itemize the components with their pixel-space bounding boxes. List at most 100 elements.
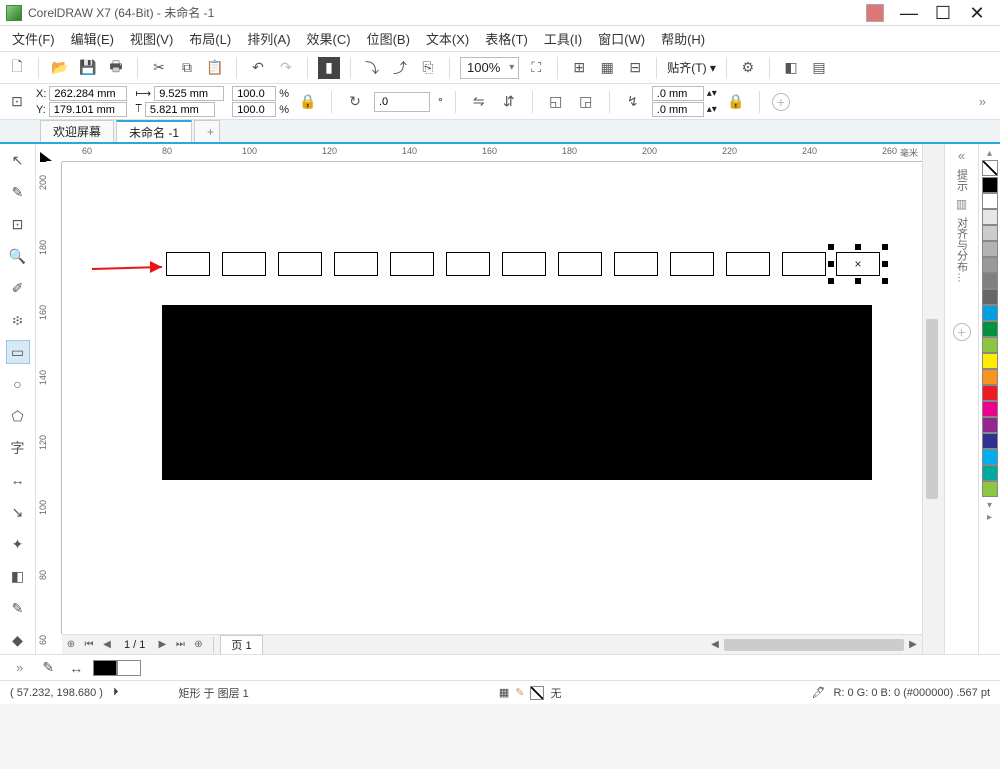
canvas-rect[interactable] <box>782 252 826 276</box>
user-avatar-icon[interactable] <box>866 4 884 22</box>
status-icon-1[interactable]: ▦ <box>499 686 509 699</box>
print-button[interactable]: 🖶 <box>105 57 127 79</box>
menu-file[interactable]: 文件(F) <box>8 27 59 50</box>
vertical-scrollbar[interactable] <box>922 144 944 654</box>
page-tab[interactable]: 页 1 <box>220 635 262 655</box>
color-swatch[interactable] <box>982 177 998 193</box>
dockers-button[interactable]: ▤ <box>808 57 830 79</box>
text-tool[interactable]: 字 <box>6 436 30 460</box>
paste-button[interactable]: 📋 <box>204 57 226 79</box>
canvas-rect[interactable] <box>670 252 714 276</box>
menu-arrange[interactable]: 排列(A) <box>243 27 294 50</box>
rotation-input[interactable] <box>374 92 430 112</box>
color-swatch[interactable] <box>982 401 998 417</box>
tab-welcome[interactable]: 欢迎屏幕 <box>40 120 114 142</box>
export-button[interactable]: ⤴ <box>389 57 411 79</box>
color-swatch[interactable] <box>982 433 998 449</box>
corner-radius-1-input[interactable] <box>652 86 704 101</box>
show-rulers-button[interactable]: ⊞ <box>568 57 590 79</box>
cut-button[interactable]: ✂ <box>148 57 170 79</box>
quickbar-overflow-button[interactable]: » <box>8 660 31 675</box>
docker-align-tab[interactable]: 对齐与分布… <box>954 217 970 283</box>
mirror-v-button[interactable]: ⇵ <box>498 91 520 113</box>
color-swatch[interactable] <box>982 193 998 209</box>
canvas-rect[interactable] <box>502 252 546 276</box>
menu-edit[interactable]: 编辑(E) <box>67 27 118 50</box>
color-swatch[interactable] <box>982 289 998 305</box>
color-swatch[interactable] <box>982 385 998 401</box>
no-color-swatch[interactable] <box>982 160 998 176</box>
tab-document[interactable]: 未命名 -1 <box>116 120 192 142</box>
crop-tool[interactable]: ⊡ <box>6 212 30 236</box>
color-swatch[interactable] <box>982 369 998 385</box>
canvas-rect[interactable] <box>614 252 658 276</box>
vertical-ruler[interactable]: 2001801601401201008060 <box>36 162 62 634</box>
nav-add-page-icon[interactable]: ⊕ <box>62 639 80 650</box>
show-grid-button[interactable]: ▦ <box>596 57 618 79</box>
rectangle-tool[interactable]: ▭ <box>6 340 30 364</box>
docker-icon[interactable]: ▥ <box>945 197 978 211</box>
menu-window[interactable]: 窗口(W) <box>594 27 649 50</box>
fill-none-swatch-icon[interactable] <box>530 686 544 700</box>
open-button[interactable]: 📂 <box>49 57 71 79</box>
relative-corner-button[interactable]: ↯ <box>622 91 644 113</box>
corner-type2-button[interactable]: ◲ <box>575 91 597 113</box>
nav-prev-button[interactable]: ◀ <box>98 639 116 650</box>
tab-add-button[interactable]: + <box>194 120 220 142</box>
menu-view[interactable]: 视图(V) <box>126 27 177 50</box>
arrow-both-icon[interactable]: ↔ <box>65 657 87 679</box>
scale-x-input[interactable] <box>232 86 276 101</box>
save-button[interactable]: 💾 <box>77 57 99 79</box>
close-button[interactable]: ✕ <box>960 3 994 23</box>
nav-last-button[interactable]: ⏭ <box>171 639 189 650</box>
selected-rectangle[interactable]: × <box>828 244 888 284</box>
color-swatch[interactable] <box>982 353 998 369</box>
copy-button[interactable]: ⧉ <box>176 57 198 79</box>
menu-effects[interactable]: 效果(C) <box>303 27 355 50</box>
eyedropper-icon[interactable]: ✎ <box>37 657 59 679</box>
palette-down-button[interactable]: ▾ <box>987 500 992 511</box>
doc-swatch-white[interactable] <box>117 660 141 676</box>
menu-help[interactable]: 帮助(H) <box>657 27 709 50</box>
zoom-select[interactable]: 100% <box>460 57 519 79</box>
hscrollbar-thumb[interactable] <box>724 639 904 651</box>
palette-flyout-button[interactable]: ▸ <box>987 512 992 523</box>
color-swatch[interactable] <box>982 225 998 241</box>
overflow-button[interactable]: » <box>971 94 994 109</box>
maximize-button[interactable]: ☐ <box>926 3 960 23</box>
color-swatch[interactable] <box>982 481 998 497</box>
minimize-button[interactable]: — <box>892 3 926 23</box>
menu-bitmaps[interactable]: 位图(B) <box>363 27 414 50</box>
canvas-rect[interactable] <box>334 252 378 276</box>
scale-y-input[interactable] <box>232 102 276 117</box>
status-icon-2[interactable]: ✎ <box>515 686 524 699</box>
freehand-tool[interactable]: ✐ <box>6 276 30 300</box>
color-swatch[interactable] <box>982 257 998 273</box>
canvas-rect[interactable] <box>278 252 322 276</box>
palette-up-button[interactable]: ▴ <box>987 148 992 159</box>
mirror-h-button[interactable]: ⇋ <box>468 91 490 113</box>
new-button[interactable]: 🗋 <box>6 57 28 79</box>
color-swatch[interactable] <box>982 241 998 257</box>
import-button[interactable]: ⤵ <box>361 57 383 79</box>
canvas-rect[interactable] <box>726 252 770 276</box>
object-origin-icon[interactable]: ⊡ <box>6 91 28 113</box>
snapto-dropdown[interactable]: 贴齐(T) ▾ <box>667 59 716 76</box>
menu-tools[interactable]: 工具(I) <box>540 27 586 50</box>
canvas-rect[interactable] <box>558 252 602 276</box>
color-swatch[interactable] <box>982 465 998 481</box>
fullscreen-button[interactable]: ⛶ <box>525 57 547 79</box>
canvas-rect[interactable] <box>222 252 266 276</box>
width-input[interactable] <box>154 86 224 101</box>
color-swatch[interactable] <box>982 305 998 321</box>
zoom-tool[interactable]: 🔍 <box>6 244 30 268</box>
lock-ratio-button[interactable]: 🔒 <box>297 91 319 113</box>
undo-button[interactable]: ↶ <box>247 57 269 79</box>
outline-pen-icon[interactable]: 🖊 <box>811 686 825 699</box>
docker-add-button[interactable]: + <box>953 323 971 341</box>
launch-button[interactable]: ▮ <box>318 57 340 79</box>
y-input[interactable] <box>49 102 127 117</box>
nav-first-button[interactable]: ⏮ <box>80 639 98 650</box>
drawing-stage[interactable]: × <box>62 162 922 634</box>
show-guides-button[interactable]: ⊟ <box>624 57 646 79</box>
